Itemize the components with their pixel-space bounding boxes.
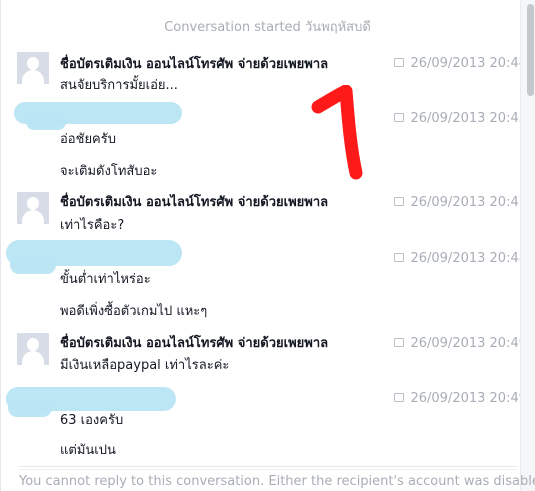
avatar[interactable] (17, 333, 49, 365)
redaction-scribble (10, 256, 56, 274)
message-bubble-icon (394, 58, 405, 67)
red-annotation-mark (311, 85, 363, 180)
message-text: แต่มันเปน (60, 443, 116, 458)
message-timestamp[interactable]: 26/09/2013 20:44 (394, 56, 520, 71)
avatar[interactable] (17, 52, 49, 84)
message-bubble-icon (394, 197, 405, 206)
message-timestamp[interactable]: 26/09/2013 20:49 (394, 336, 520, 351)
message-timestamp[interactable]: 26/09/2013 20:49 (394, 391, 520, 406)
message-timestamp[interactable]: 26/09/2013 20:45 (394, 111, 520, 126)
footer-divider (19, 466, 517, 467)
message-text: เท่าไรคือะ? (60, 218, 125, 233)
message-text: สนจัยบริการมั้ยเอ่ย... (60, 78, 178, 93)
message-bubble-icon (394, 253, 405, 262)
redaction-scribble (8, 399, 52, 417)
sender-name[interactable]: ชื่อบัตรเติมเงิน ออนไลน์โทรศัพ จ่ายด้วยเ… (60, 191, 328, 212)
footer-divider (19, 469, 517, 470)
conversation-window: Conversation started วันพฤหัสบดี ชื่อบัต… (0, 0, 535, 491)
message-text: จะเติมดังโทสับอะ (60, 164, 158, 179)
message-bubble-icon (394, 338, 405, 347)
message-text: พอดีเพิ่งซื้อตัวเกมไป แหะๆ (60, 304, 208, 319)
message-thread[interactable]: Conversation started วันพฤหัสบดี ชื่อบัต… (0, 0, 520, 462)
message-text: ขั้นต่ำเท่าไหร่อะ (60, 272, 151, 287)
sender-name[interactable]: ชื่อบัตรเติมเงิน ออนไลน์โทรศัพ จ่ายด้วยเ… (60, 332, 328, 353)
reply-disabled-notice: You cannot reply to this conversation. E… (19, 474, 535, 489)
message-text: อ่อชัยครับ (60, 132, 116, 147)
avatar[interactable] (17, 192, 49, 224)
message-bubble-icon (394, 113, 405, 122)
message-text: 63 เองครับ (60, 413, 124, 428)
message-bubble-icon (394, 393, 405, 402)
message-timestamp[interactable]: 26/09/2013 20:48 (394, 251, 520, 266)
sender-name[interactable]: ชื่อบัตรเติมเงิน ออนไลน์โทรศัพ จ่ายด้วยเ… (60, 53, 328, 74)
scrollbar-thumb[interactable] (527, 4, 534, 96)
message-timestamp[interactable]: 26/09/2013 20:47 (394, 195, 520, 210)
message-text: มีเงินเหลือpaypal เท่าไรละค่ะ (60, 358, 230, 373)
conversation-started-label: Conversation started วันพฤหัสบดี (164, 20, 371, 35)
